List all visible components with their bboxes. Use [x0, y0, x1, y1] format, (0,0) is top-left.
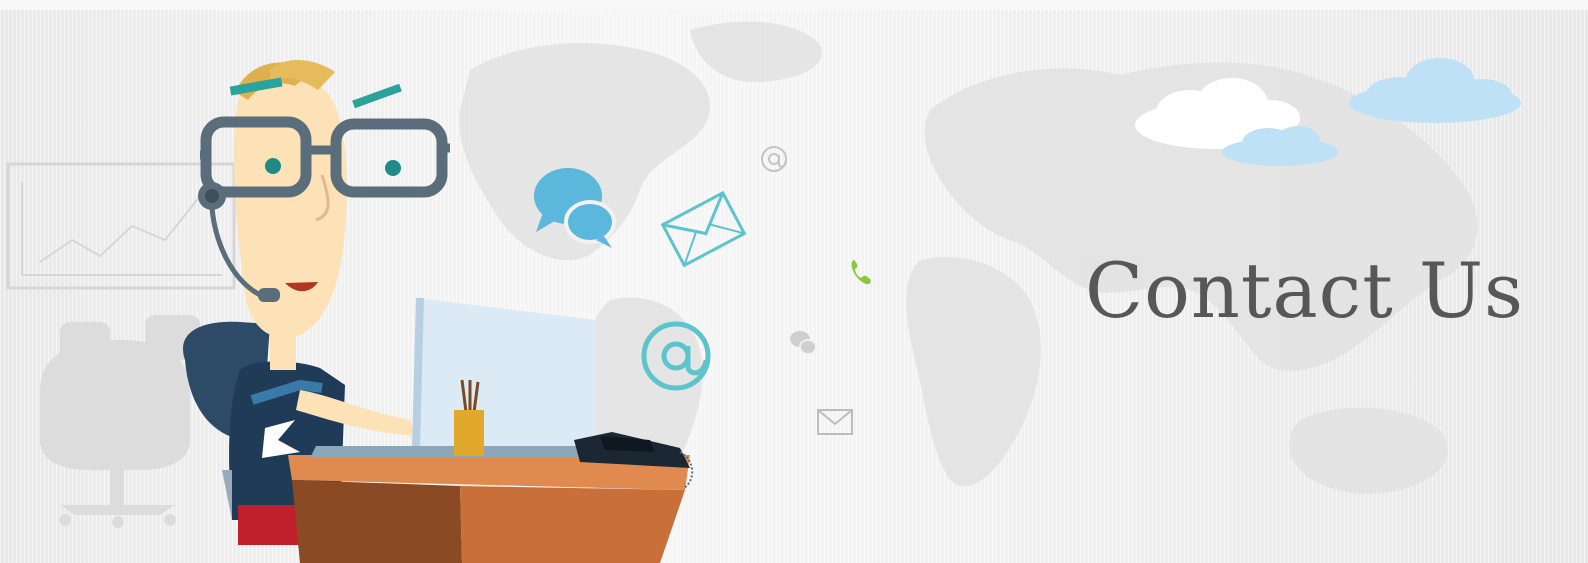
- envelope-icon: [817, 409, 853, 435]
- contact-banner: Contact Us: [0, 0, 1588, 563]
- at-sign-icon: [761, 146, 787, 172]
- phone-handset-icon: [851, 259, 871, 285]
- desk-icon: [288, 455, 690, 563]
- envelope-icon: [660, 190, 747, 268]
- whiteboard-chart-icon: [6, 162, 236, 290]
- page-title: Contact Us: [1084, 246, 1524, 335]
- chat-bubbles-icon: [790, 331, 817, 355]
- office-chair-icon: [40, 315, 200, 528]
